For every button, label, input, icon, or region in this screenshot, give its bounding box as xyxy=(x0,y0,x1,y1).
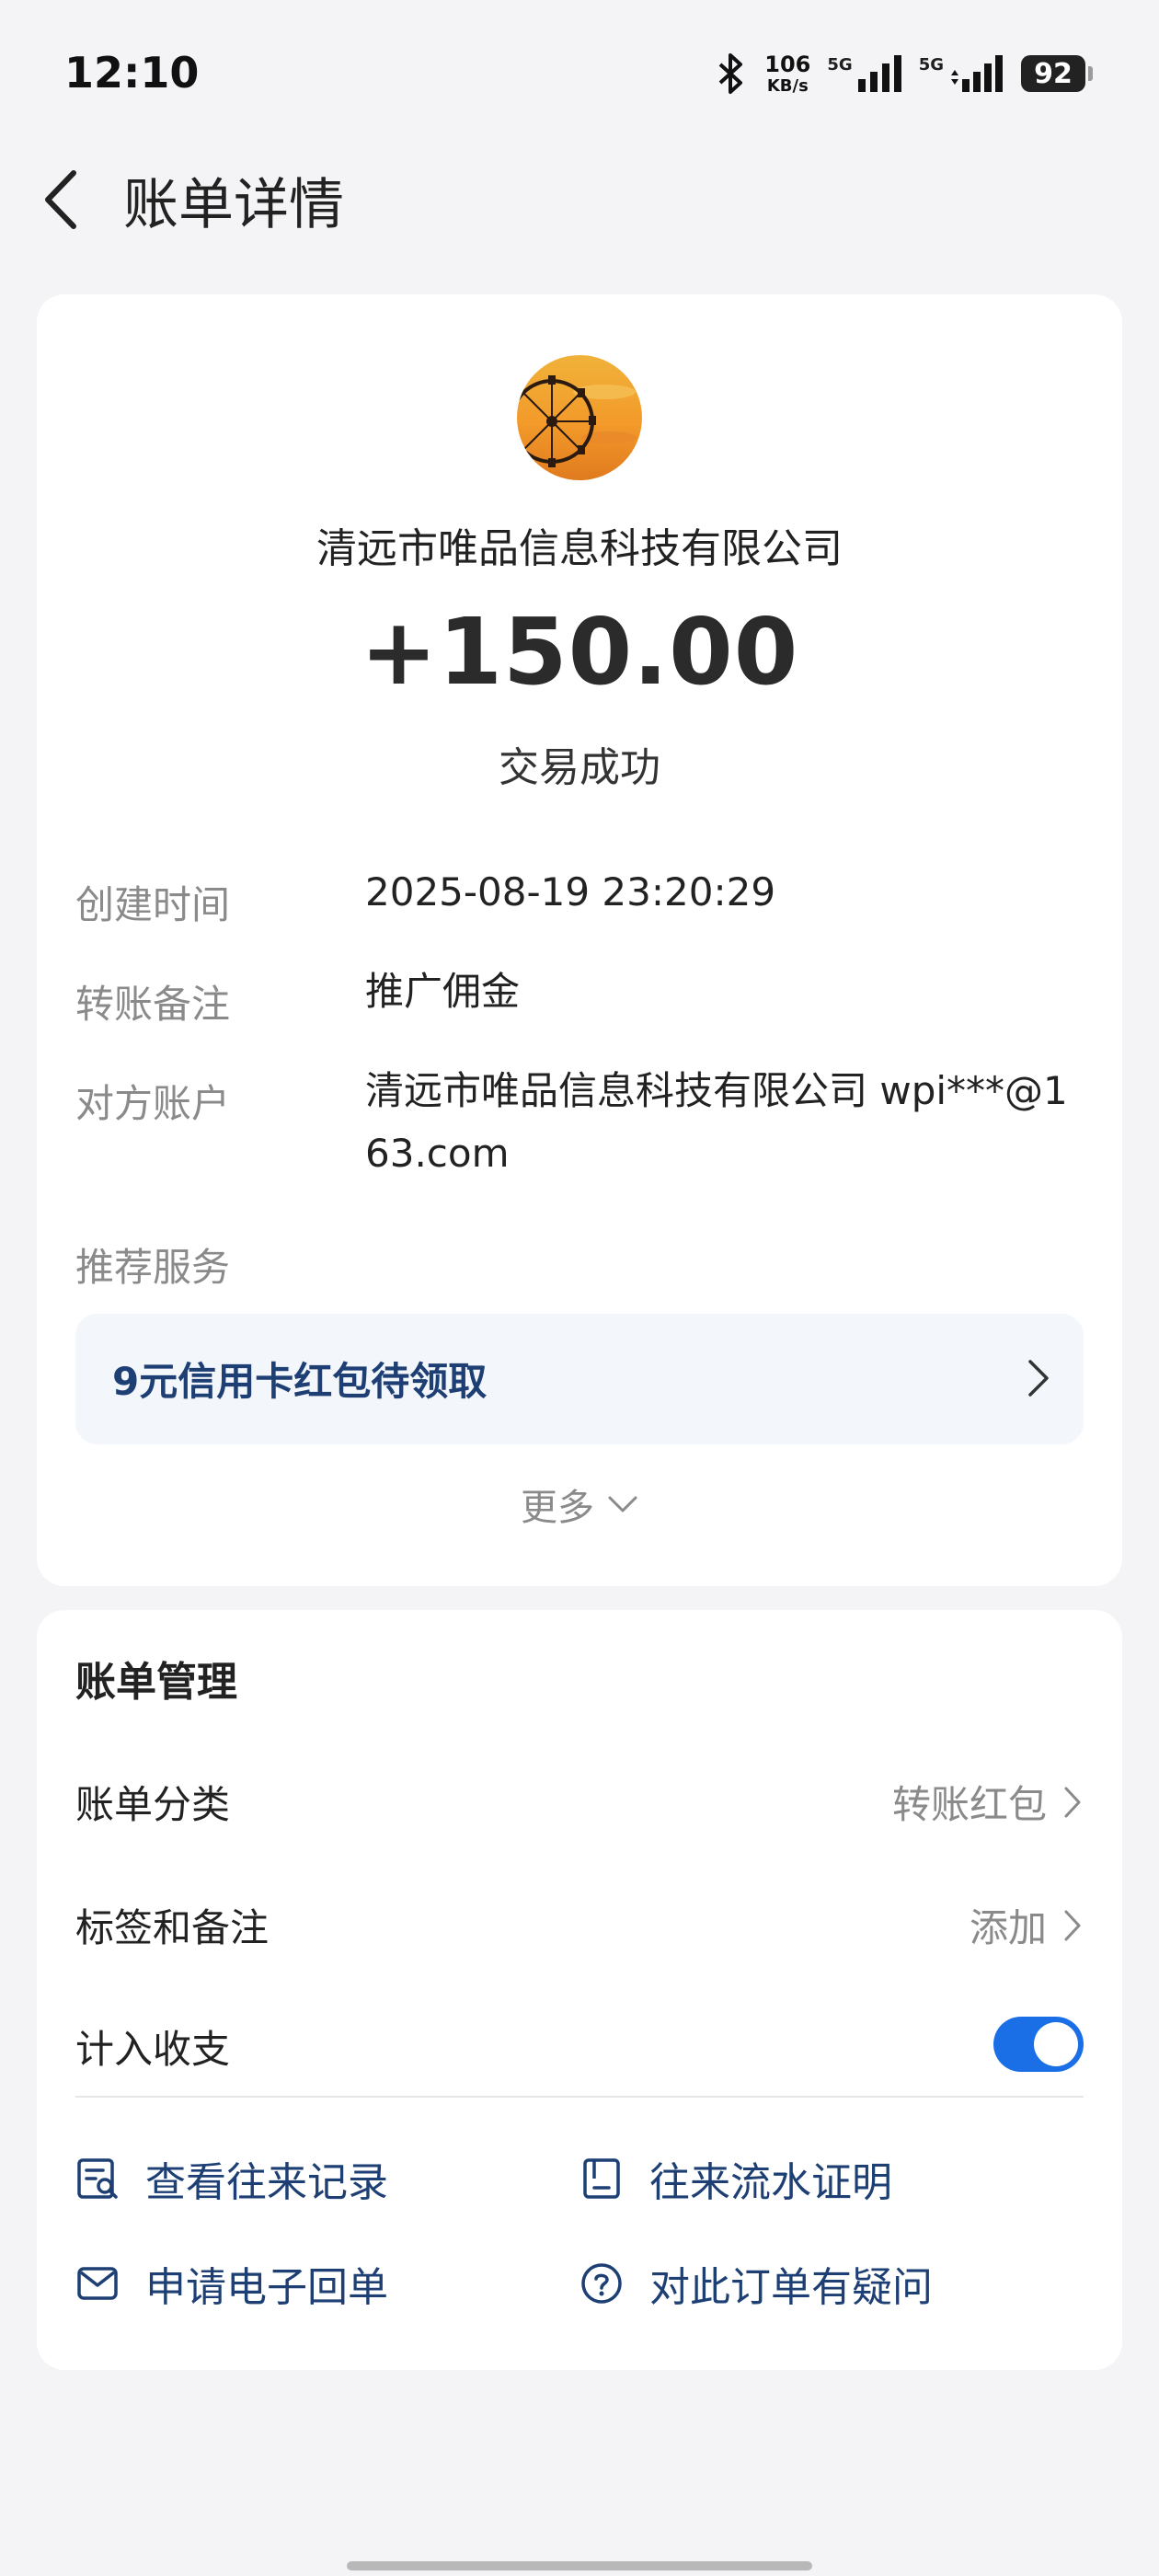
chevron-right-icon xyxy=(1028,1360,1049,1397)
home-indicator[interactable] xyxy=(347,2561,812,2570)
status-time: 12:10 xyxy=(64,48,200,98)
transaction-proof-button[interactable]: 往来流水证明 xyxy=(580,2149,892,2208)
status-bar: 12:10 106 KB/s 5G 5G 92 xyxy=(0,0,1159,138)
view-history-button[interactable]: 查看往来记录 xyxy=(75,2149,388,2208)
bill-category-row[interactable]: 转账红包 xyxy=(892,1774,1082,1830)
net-speed-unit: KB/s xyxy=(766,75,809,96)
header: 账单详情 xyxy=(0,147,1159,248)
page-title: 账单详情 xyxy=(123,173,344,237)
bill-category-label: 账单分类 xyxy=(75,1782,231,1827)
payee-name: 清远市唯品信息科技有限公司 xyxy=(316,525,843,572)
status-icons: 106 KB/s 5G 5G 92 xyxy=(715,46,1093,101)
transaction-status: 交易成功 xyxy=(499,744,660,791)
sim1-signal-icon: 5G xyxy=(827,55,901,92)
tags-value: 添加 xyxy=(969,1905,1047,1950)
bill-management-card: 账单管理 账单分类 转账红包 标签和备注 添加 计入收支 查看往来记录 往来流水… xyxy=(37,1610,1122,2370)
transaction-card: 清远市唯品信息科技有限公司 +150.00 交易成功 创建时间 2025-08-… xyxy=(37,294,1122,1586)
transaction-amount: +150.00 xyxy=(360,598,799,706)
count-in-income-label: 计入收支 xyxy=(75,2027,231,2072)
order-question-button[interactable]: 对此订单有疑问 xyxy=(580,2254,933,2313)
count-in-income-toggle[interactable] xyxy=(993,2017,1084,2072)
detail-value-remark: 推广佣金 xyxy=(365,969,521,1014)
more-button[interactable]: 更多 xyxy=(37,1478,1122,1531)
back-icon[interactable] xyxy=(37,167,92,232)
chevron-down-icon xyxy=(608,1496,637,1512)
order-question-label: 对此订单有疑问 xyxy=(649,2264,933,2311)
avatar xyxy=(517,355,642,480)
bill-category-value: 转账红包 xyxy=(891,1782,1047,1827)
detail-value-created-time: 2025-08-19 23:20:29 xyxy=(365,869,776,914)
detail-value-counterparty: 清远市唯品信息科技有限公司 wpi***@1 63.com xyxy=(365,1068,1068,1176)
chevron-right-icon xyxy=(1064,1910,1081,1940)
battery-icon: 92 xyxy=(1021,55,1093,92)
net-speed-value: 106 xyxy=(764,51,811,77)
detail-label-remark: 转账备注 xyxy=(75,982,231,1027)
network-speed: 106 KB/s xyxy=(764,53,810,95)
section-title: 账单管理 xyxy=(75,1659,237,1706)
e-receipt-button[interactable]: 申请电子回单 xyxy=(75,2254,388,2313)
sim2-signal-icon: 5G xyxy=(919,55,1004,92)
e-receipt-label: 申请电子回单 xyxy=(145,2264,388,2311)
chevron-right-icon xyxy=(1064,1787,1081,1817)
tags-label: 标签和备注 xyxy=(75,1905,270,1950)
more-label: 更多 xyxy=(521,1487,594,1529)
promo-banner[interactable]: 9元信用卡红包待领取 xyxy=(75,1314,1084,1444)
detail-label-created-time: 创建时间 xyxy=(75,882,231,927)
view-history-label: 查看往来记录 xyxy=(145,2159,388,2206)
transaction-proof-label: 往来流水证明 xyxy=(649,2159,892,2206)
sim1-label: 5G xyxy=(827,55,853,75)
sim2-label: 5G xyxy=(918,55,944,75)
record-search-icon xyxy=(77,2158,118,2199)
detail-label-recommended: 推荐服务 xyxy=(75,1245,231,1290)
document-icon xyxy=(583,2158,620,2199)
bluetooth-icon xyxy=(718,53,743,94)
promo-text: 9元信用卡红包待领取 xyxy=(112,1359,488,1404)
divider xyxy=(75,2096,1084,2098)
tags-row[interactable]: 添加 xyxy=(970,1897,1082,1953)
detail-label-counterparty: 对方账户 xyxy=(75,1081,231,1126)
mail-icon xyxy=(77,2267,118,2300)
question-icon xyxy=(581,2263,622,2304)
